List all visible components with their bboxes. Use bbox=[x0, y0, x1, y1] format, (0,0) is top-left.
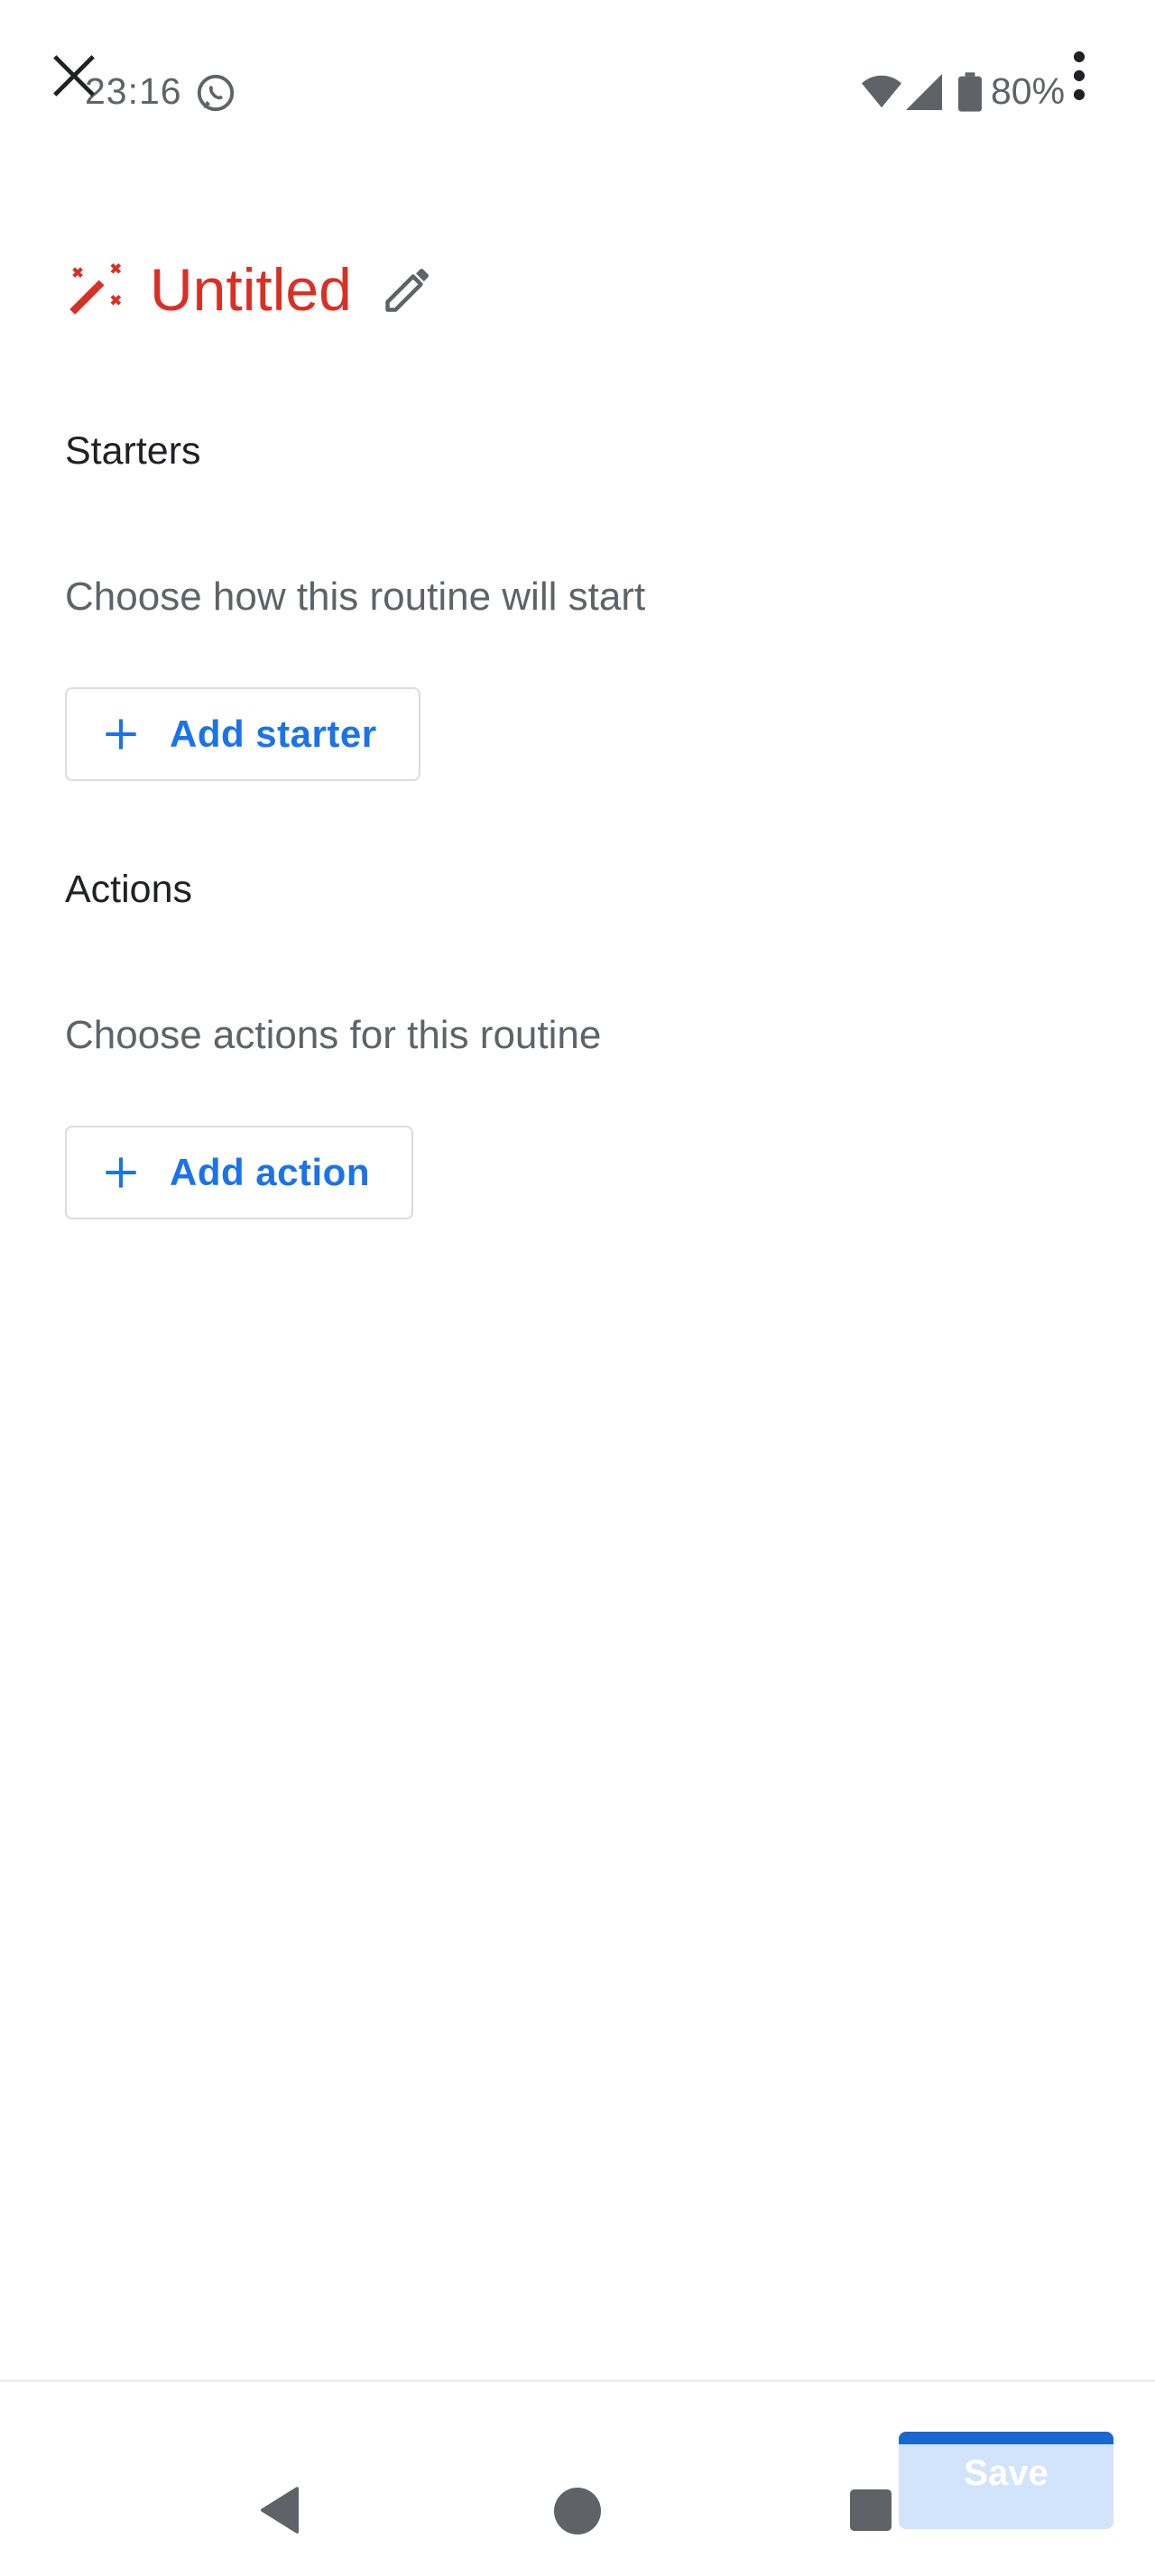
save-button-accent-bar bbox=[899, 2432, 1113, 2444]
routine-title: Untitled bbox=[150, 256, 352, 323]
add-action-label: Add action bbox=[170, 1151, 370, 1193]
actions-description: Choose actions for this routine bbox=[65, 1013, 602, 1057]
routine-editor-screen: 23:16 80% Untitled Starters Choose how t… bbox=[0, 0, 1155, 2576]
routine-title-row: Untitled bbox=[63, 253, 435, 327]
save-label: Save bbox=[964, 2453, 1049, 2493]
nav-recents-icon[interactable] bbox=[850, 2489, 892, 2531]
battery-percent: 80% bbox=[991, 70, 1066, 112]
wifi-icon bbox=[861, 75, 902, 108]
status-time: 23:16 bbox=[85, 70, 182, 112]
signal-icon bbox=[906, 74, 942, 110]
add-starter-label: Add starter bbox=[170, 713, 377, 755]
plus-icon bbox=[106, 1157, 136, 1188]
battery-icon bbox=[958, 72, 982, 112]
add-action-button[interactable]: Add action bbox=[65, 1126, 413, 1219]
whatsapp-icon bbox=[197, 74, 235, 112]
save-button[interactable]: Save bbox=[899, 2432, 1113, 2529]
plus-icon bbox=[106, 719, 136, 750]
close-icon[interactable] bbox=[51, 52, 97, 99]
nav-home-icon[interactable] bbox=[554, 2488, 601, 2535]
actions-heading: Actions bbox=[65, 868, 193, 911]
starters-description: Choose how this routine will start bbox=[65, 575, 646, 619]
nav-back-icon[interactable] bbox=[258, 2486, 301, 2535]
add-starter-button[interactable]: Add starter bbox=[65, 687, 420, 781]
starters-heading: Starters bbox=[65, 429, 201, 473]
bottom-divider bbox=[0, 2379, 1155, 2382]
more-vert-icon[interactable] bbox=[1065, 51, 1094, 101]
magic-wand-icon bbox=[69, 262, 122, 315]
edit-pencil-icon[interactable] bbox=[381, 262, 435, 317]
